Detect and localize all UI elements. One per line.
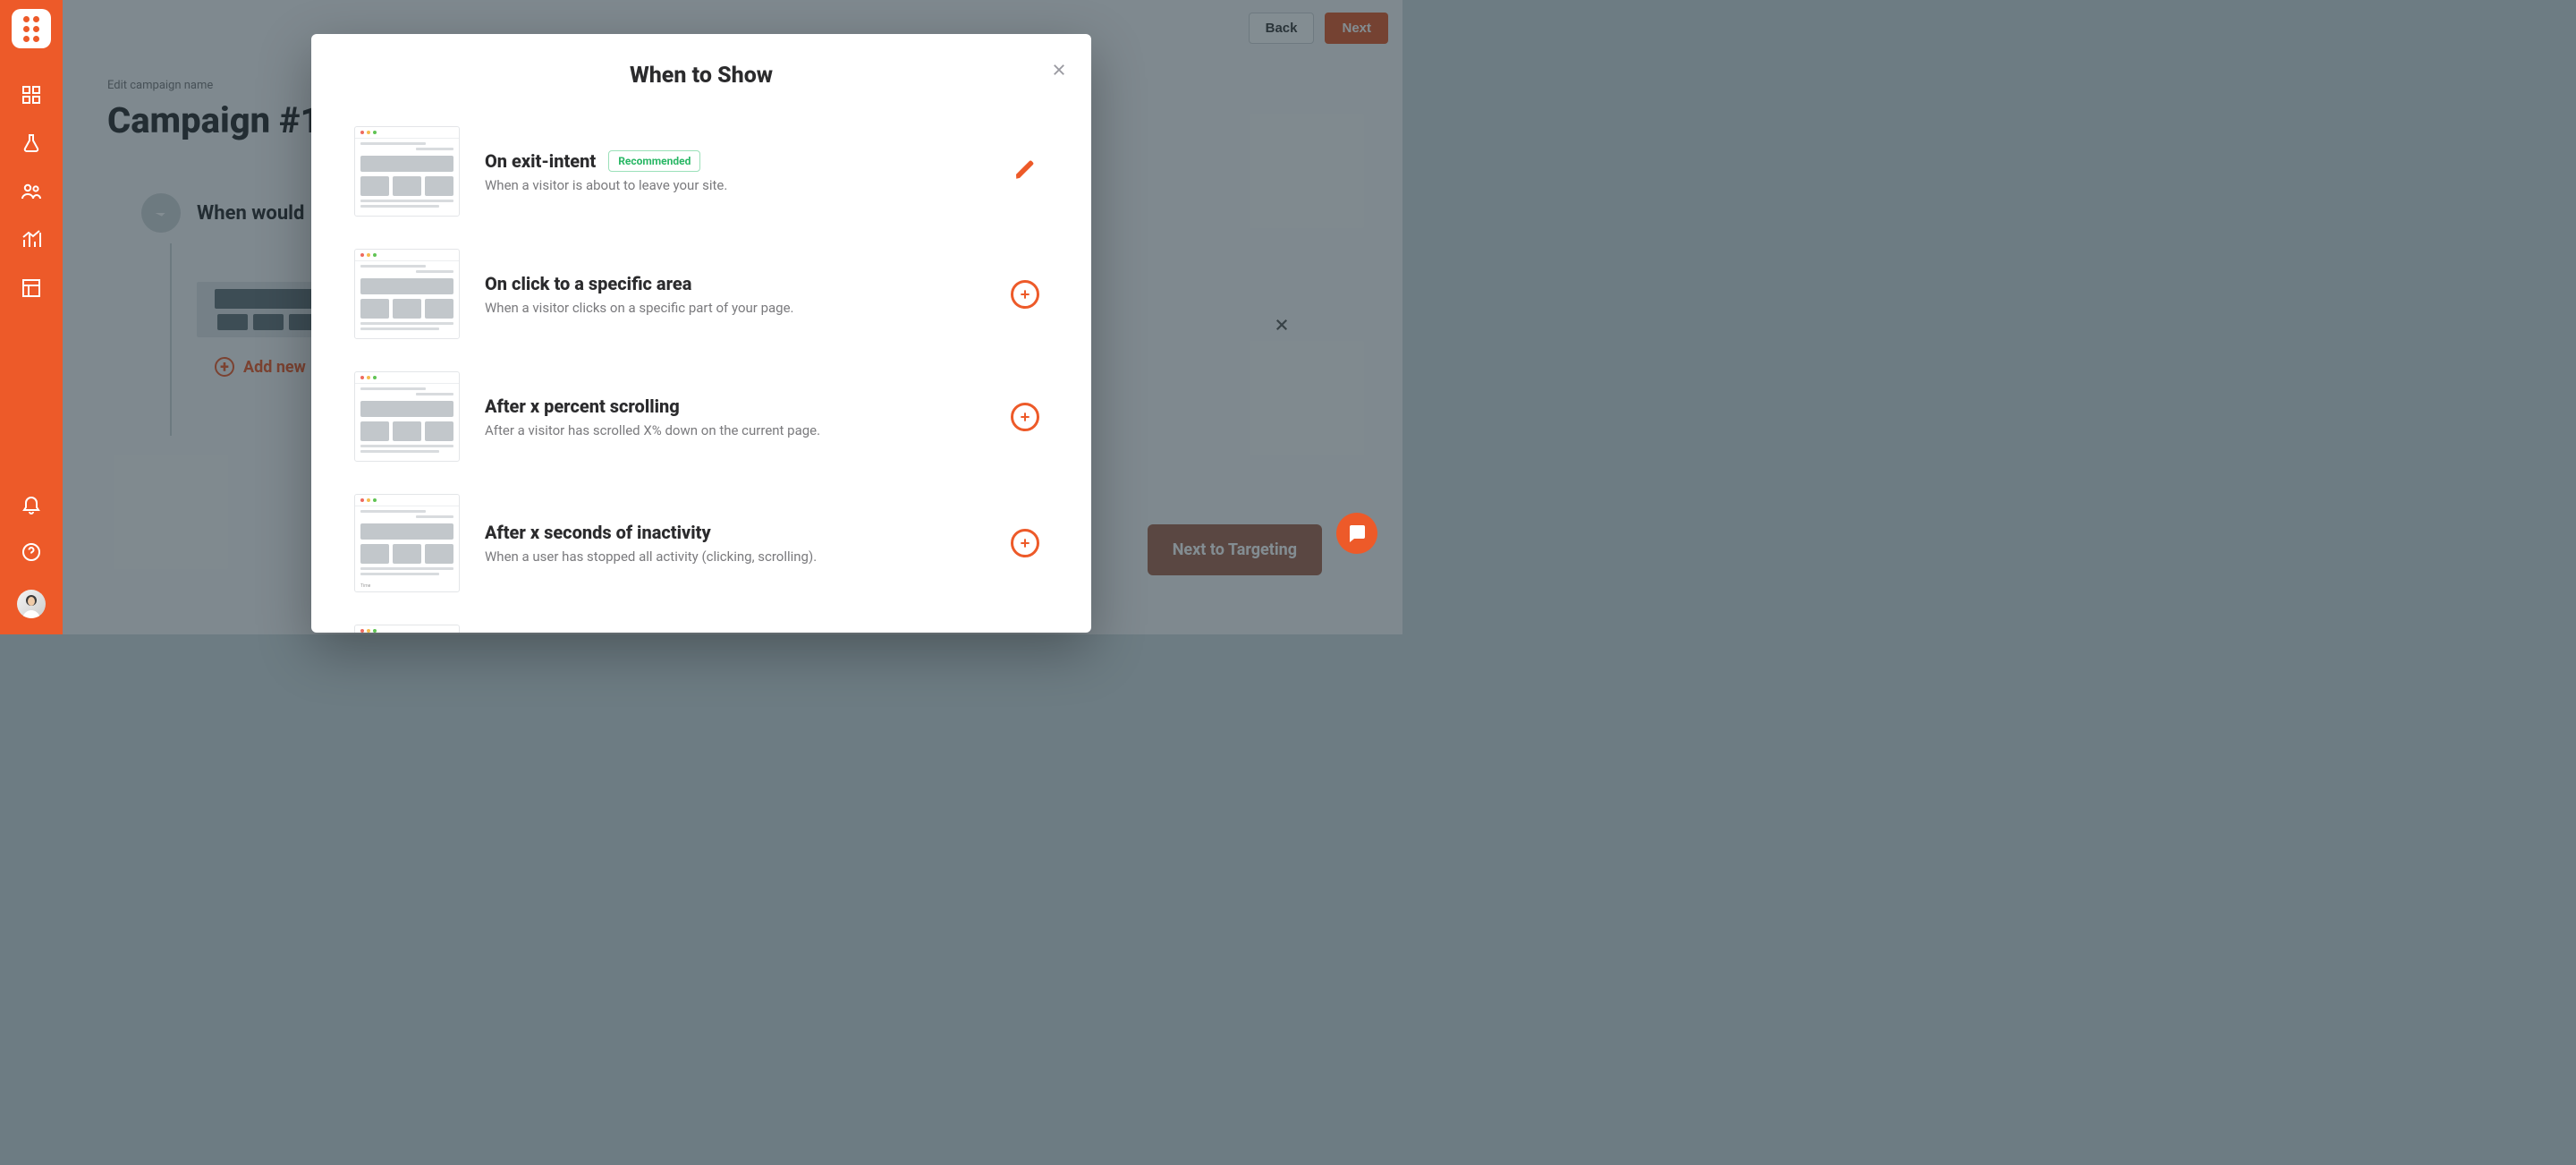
bell-icon[interactable] (21, 493, 42, 514)
trigger-option[interactable]: On exit-intent Recommended When a visitor … (354, 126, 1041, 217)
trigger-option[interactable]: After x percent scrolling After a visitor… (354, 371, 1041, 462)
help-icon[interactable] (21, 541, 42, 563)
avatar[interactable] (17, 590, 46, 618)
when-to-show-modal: When to Show On exit-intent Recommended Wh… (311, 34, 1091, 633)
app-logo[interactable] (12, 9, 51, 48)
intercom-launcher[interactable] (1336, 513, 1377, 554)
plus-circle-icon (1011, 529, 1039, 557)
add-option-button[interactable] (1009, 527, 1041, 559)
option-title: On click to a specific area (485, 273, 691, 294)
option-thumbnail (354, 249, 460, 339)
close-icon[interactable] (1048, 59, 1070, 81)
option-description: When a visitor clicks on a specific part… (485, 300, 860, 316)
add-option-button[interactable] (1009, 278, 1041, 310)
option-description: When a user has stopped all activity (cl… (485, 548, 860, 565)
layout-icon[interactable] (21, 277, 42, 299)
option-title: After x seconds of inactivity (485, 522, 711, 543)
app-sidebar (0, 0, 63, 634)
flask-icon[interactable] (21, 132, 42, 154)
add-option-button[interactable] (1009, 401, 1041, 433)
plus-circle-icon (1011, 280, 1039, 309)
option-description: After a visitor has scrolled X% down on … (485, 422, 860, 438)
option-description: When a visitor is about to leave your si… (485, 177, 860, 193)
option-thumbnail (354, 126, 460, 217)
analytics-icon[interactable] (21, 229, 42, 251)
trigger-option[interactable]: Time After x seconds of inactivity When a … (354, 494, 1041, 592)
plus-circle-icon (1011, 403, 1039, 431)
option-title: On exit-intent (485, 150, 596, 172)
trigger-option[interactable]: On click to a specific area When a visito… (354, 249, 1041, 339)
grid-icon[interactable] (21, 84, 42, 106)
option-thumbnail (354, 371, 460, 462)
trigger-option-list: On exit-intent Recommended When a visitor … (311, 105, 1091, 633)
edit-option-button[interactable] (1009, 156, 1041, 188)
option-thumbnail: Time (354, 625, 460, 633)
pencil-icon (1013, 158, 1037, 185)
option-thumbnail: Time (354, 494, 460, 592)
option-title: After x percent scrolling (485, 395, 680, 417)
modal-title: When to Show (311, 63, 1091, 89)
recommended-badge: Recommended (608, 150, 700, 172)
trigger-option[interactable]: TimeAfter x secondsWhen a visitor has be… (354, 625, 1041, 633)
users-icon[interactable] (21, 181, 42, 202)
